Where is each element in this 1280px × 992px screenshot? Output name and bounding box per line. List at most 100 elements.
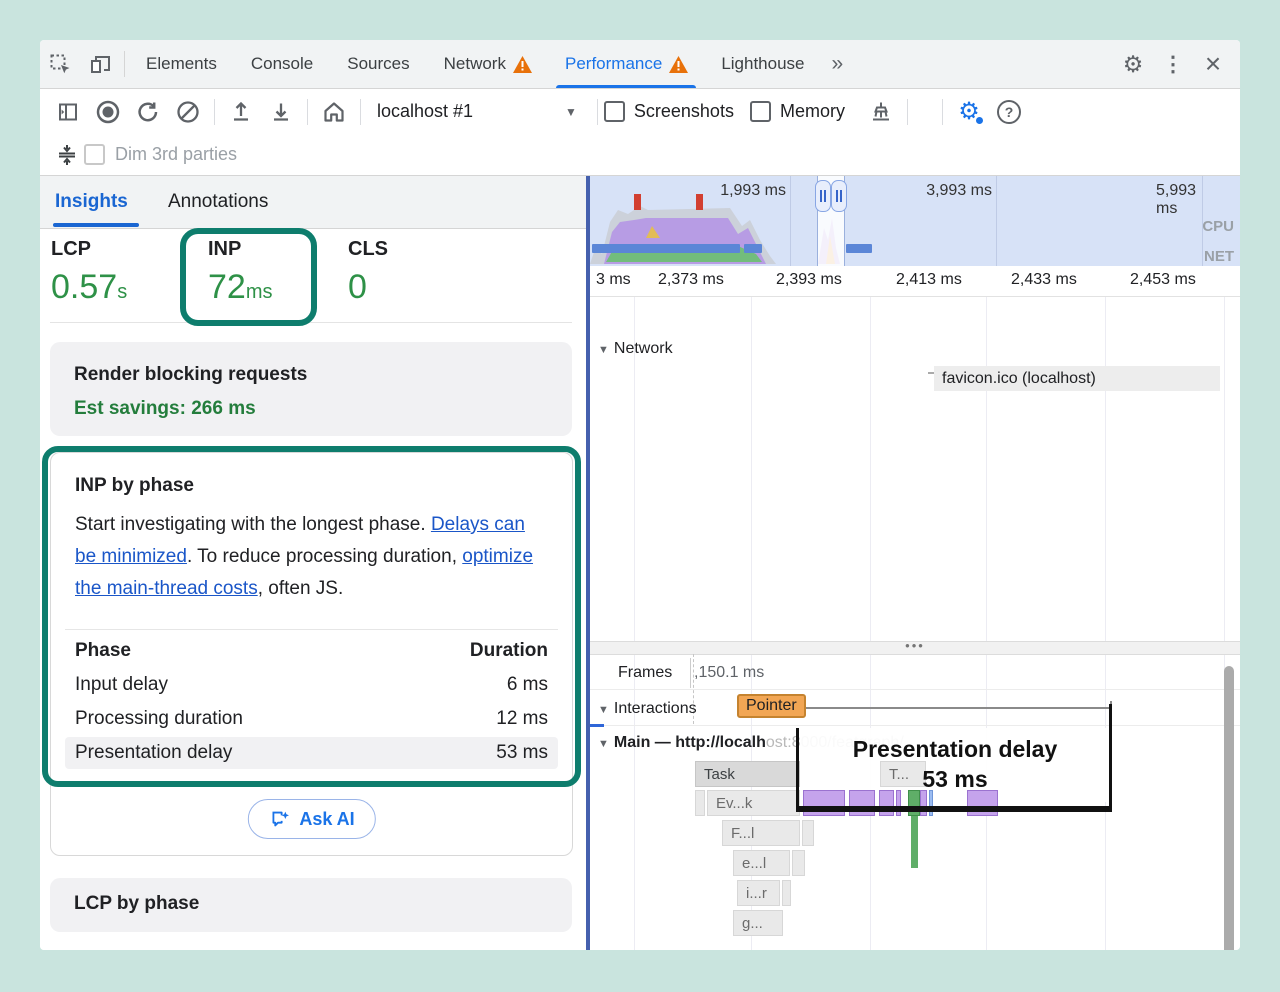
record-icon[interactable] [88,95,128,129]
phase-duration: 6 ms [507,674,548,696]
selection-left-handle[interactable] [815,180,831,212]
render-blocking-card[interactable]: Render blocking requests Est savings: 26… [50,342,572,436]
insights-sidebar: Insights Annotations LCP 0.57s INP 72ms … [40,176,586,950]
session-selector[interactable]: localhost #1 [377,101,557,122]
ruler-tick: 2,393 ms [776,271,842,289]
ask-ai-button[interactable]: Ask AI [247,799,375,839]
table-row[interactable]: Input delay 6 ms [65,669,558,701]
flame-bar-scripting[interactable] [849,790,875,816]
tab-annotations[interactable]: Annotations [168,176,268,228]
tab-label: Sources [347,54,409,74]
vertical-scrollbar[interactable] [1224,666,1234,950]
flame-bar-function-call[interactable]: F...l [722,820,800,846]
capture-settings-gear-icon[interactable]: ⚙ [949,95,989,129]
flame-bar-scripting[interactable] [967,790,998,816]
more-tabs-icon[interactable]: » [822,40,854,88]
separator [360,99,361,125]
network-section-header[interactable]: ▼Network [598,340,673,358]
triangle-down-icon[interactable]: ▼ [598,704,609,716]
flame-bar-cell[interactable] [782,880,791,906]
row-divider [590,689,1240,690]
insights-underline [53,223,139,227]
reload-record-icon[interactable] [128,95,168,129]
filter-row: Dim 3rd parties [40,134,1240,176]
phase-name: Input delay [75,674,168,696]
close-icon[interactable]: × [1196,47,1230,81]
flame-bar-e[interactable]: e...l [733,850,790,876]
divider [65,629,558,630]
kebab-menu-icon[interactable]: ⋮ [1156,47,1190,81]
metric-cls-value: 0 [348,268,367,307]
lcp-by-phase-card[interactable]: LCP by phase [50,878,572,932]
flame-bar-cell[interactable] [802,820,814,846]
screenshots-label: Screenshots [634,101,734,122]
screenshots-checkbox[interactable] [604,101,625,122]
flame-bar-i[interactable]: i...r [737,880,780,906]
chevron-down-icon[interactable]: ▼ [565,105,577,119]
minimap-time-label: 5,993 ms [1156,182,1198,218]
garbage-collect-icon[interactable] [861,95,901,129]
help-icon[interactable]: ? [989,95,1029,129]
network-activity-bar [846,244,872,253]
device-toolbar-icon[interactable] [80,46,120,82]
inspect-element-icon[interactable] [40,46,80,82]
flame-bar-scripting[interactable] [803,790,845,816]
flame-bar-event-click[interactable]: Ev...k [707,790,800,816]
tab-performance[interactable]: Performance [548,40,704,88]
track-splitter[interactable]: ••• [590,641,1240,655]
network-request-chip[interactable]: favicon.ico (localhost) [934,366,1220,391]
tab-console[interactable]: Console [234,40,330,88]
panel-resize-divider[interactable] [586,176,590,950]
tab-network[interactable]: Network [427,40,548,88]
divider [50,322,572,323]
frame-duration-label: ,150.1 ms [694,664,764,682]
ask-ai-label: Ask AI [299,809,354,830]
memory-checkbox[interactable] [750,101,771,122]
table-row[interactable]: Processing duration 12 ms [65,703,558,735]
tab-lighthouse[interactable]: Lighthouse [704,40,821,88]
tab-elements[interactable]: Elements [129,40,234,88]
selection-right-handle[interactable] [831,180,847,212]
phase-duration: 53 ms [496,742,548,764]
frames-section-header[interactable]: Frames [618,664,672,682]
home-icon[interactable] [314,95,354,129]
col-phase: Phase [75,640,131,662]
collapse-flame-icon[interactable] [50,138,84,172]
settings-gear-icon[interactable]: ⚙ [1116,47,1150,81]
dock-side-icon[interactable] [48,95,88,129]
upload-profile-icon[interactable] [221,95,261,129]
tab-label: Elements [146,54,217,74]
flame-bar-task[interactable]: Task [695,761,800,787]
flame-bar-cell[interactable] [695,790,705,816]
triangle-down-icon[interactable]: ▼ [598,344,609,356]
inp-by-phase-card[interactable]: INP by phase Start investigating with th… [50,452,573,856]
interactions-section-header[interactable]: ▼Interactions [598,700,697,718]
download-profile-icon[interactable] [261,95,301,129]
col-duration: Duration [470,640,548,662]
flame-bar-scripting[interactable] [879,790,894,816]
lcp-card-title: LCP by phase [74,893,199,915]
metric-inp-value: 72ms [208,268,273,307]
table-row-highlighted[interactable]: Presentation delay 53 ms [65,737,558,769]
phase-table-header: Phase Duration [65,635,558,667]
flame-bar-g[interactable]: g... [733,910,783,936]
clear-icon[interactable] [168,95,208,129]
interaction-whisker [801,707,1111,709]
metric-inp-label: INP [208,238,241,261]
tab-label: Network [444,54,506,74]
pointer-interaction-badge[interactable]: Pointer [737,694,806,718]
dim-3rd-parties-checkbox[interactable] [84,144,105,165]
flame-bar-rendering[interactable] [908,790,920,816]
metric-cls-label: CLS [348,238,388,261]
flame-bar-scripting[interactable] [920,790,927,816]
flame-bar-parsing[interactable] [929,790,933,816]
tab-insights[interactable]: Insights [55,176,128,228]
tab-sources[interactable]: Sources [330,40,426,88]
timeline-minimap[interactable]: 1,993 ms 3,993 ms 5,993 ms CPU NET [590,176,1240,267]
flame-bar-scripting[interactable] [896,790,901,816]
triangle-down-icon[interactable]: ▼ [598,738,609,750]
flame-bar-cell[interactable] [792,850,805,876]
separator [597,99,598,125]
frame-boundary [690,658,691,688]
timeline-panel: 1,993 ms 3,993 ms 5,993 ms CPU NET 3 ms … [590,176,1240,950]
